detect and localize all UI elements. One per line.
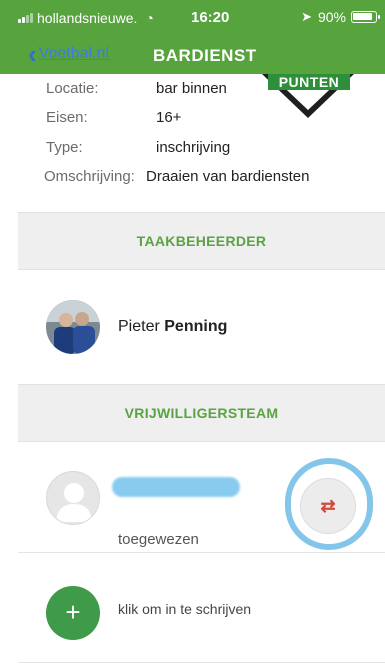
requirements-value: 16+ xyxy=(156,109,182,126)
carrier-name: hollandsnieuwe. xyxy=(37,10,138,26)
divider xyxy=(18,552,385,553)
location-label: Locatie: xyxy=(46,80,99,97)
plus-icon: + xyxy=(65,597,81,627)
type-label: Type: xyxy=(46,139,83,156)
manager-first-name: Pieter xyxy=(118,318,160,335)
section-header-volunteer-team: VRIJWILLIGERSTEAM xyxy=(18,384,385,442)
volunteer-avatar xyxy=(46,471,100,525)
swap-button[interactable]: ⇄ xyxy=(300,478,356,534)
redacted-volunteer-name xyxy=(112,477,240,497)
swap-arrows-icon: ⇄ xyxy=(320,495,336,516)
status-left: hollandsnieuwe. ◔ xyxy=(18,10,154,26)
description-value: Draaien van bardiensten xyxy=(146,168,310,185)
status-right: ➤ 90% xyxy=(301,9,380,25)
wifi-icon: ◔ xyxy=(145,10,154,26)
section-header-task-manager: TAAKBEHEERDER xyxy=(18,212,385,270)
points-badge: PUNTEN xyxy=(262,74,354,120)
nav-bar: ‹ Voetbal.nl BARDIENST xyxy=(0,38,385,74)
type-value: inschrijving xyxy=(156,139,231,156)
signup-label[interactable]: klik om in te schrijven xyxy=(118,601,251,617)
manager-name: Pieter Penning xyxy=(118,318,227,336)
user-placeholder-icon xyxy=(56,483,92,522)
signup-add-button[interactable]: + xyxy=(46,586,100,640)
manager-photo xyxy=(46,300,100,354)
status-bar: hollandsnieuwe. ◔ 16:20 ➤ 90% xyxy=(0,0,385,32)
assigned-status: toegewezen xyxy=(118,531,199,548)
back-button[interactable]: ‹ Voetbal.nl xyxy=(28,39,109,69)
battery-percent: 90% xyxy=(317,9,346,25)
app-header: hollandsnieuwe. ◔ 16:20 ➤ 90% ‹ Voetbal.… xyxy=(0,0,385,74)
description-label: Omschrijving: xyxy=(44,168,135,185)
divider xyxy=(18,662,385,663)
back-label: Voetbal.nl xyxy=(38,45,109,62)
page-title: BARDIENST xyxy=(153,46,257,65)
manager-last-name: Penning xyxy=(164,318,228,335)
requirements-label: Eisen: xyxy=(46,109,88,126)
avatar xyxy=(46,300,100,354)
clock: 16:20 xyxy=(191,9,230,26)
location-value: bar binnen xyxy=(156,80,227,97)
battery-icon xyxy=(351,11,380,23)
points-label: PUNTEN xyxy=(268,74,350,90)
location-arrow-icon: ➤ xyxy=(301,9,312,24)
chevron-left-icon: ‹ xyxy=(28,39,37,69)
signal-icon xyxy=(18,13,33,23)
